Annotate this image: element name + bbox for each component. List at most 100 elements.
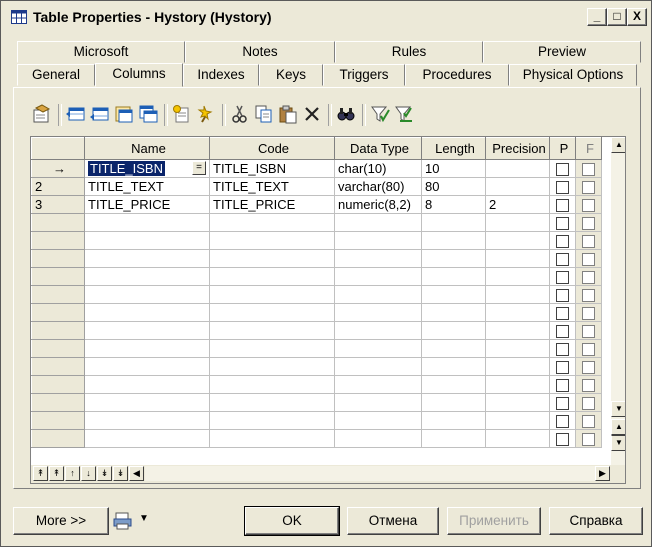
cell-code[interactable]: [209, 411, 335, 430]
cell-primary[interactable]: [549, 249, 576, 268]
cell-name[interactable]: [84, 339, 210, 358]
cell-primary[interactable]: [549, 285, 576, 304]
cell-data-type[interactable]: [334, 411, 422, 430]
table-row[interactable]: 2 TITLE_TEXT TITLE_TEXT varchar(80) 80: [31, 177, 602, 196]
cell-primary[interactable]: [549, 411, 576, 430]
row-header[interactable]: [31, 429, 85, 448]
primary-checkbox[interactable]: [556, 433, 569, 446]
row-header[interactable]: [31, 285, 85, 304]
primary-checkbox[interactable]: [556, 325, 569, 338]
cell-code[interactable]: [209, 339, 335, 358]
table-row[interactable]: [31, 285, 602, 304]
cell-length[interactable]: [421, 249, 486, 268]
primary-checkbox[interactable]: [556, 235, 569, 248]
maximize-button[interactable]: □: [607, 8, 627, 26]
cell-data-type[interactable]: [334, 249, 422, 268]
table-row[interactable]: [31, 267, 602, 286]
cell-name[interactable]: [84, 303, 210, 322]
cell-name[interactable]: [84, 429, 210, 448]
cell-length[interactable]: [421, 393, 486, 412]
cell-length[interactable]: [421, 357, 486, 376]
properties-icon[interactable]: [32, 104, 52, 124]
cell-name[interactable]: [84, 375, 210, 394]
table-row[interactable]: [31, 375, 602, 394]
tab-keys[interactable]: Keys: [259, 64, 323, 86]
tab-indexes[interactable]: Indexes: [183, 64, 259, 86]
move-up-icon[interactable]: ↑: [65, 466, 80, 481]
create-column-icon[interactable]: [196, 104, 216, 124]
add-row-icon[interactable]: [66, 104, 86, 124]
cell-code[interactable]: [209, 375, 335, 394]
cell-precision[interactable]: [485, 375, 550, 394]
cell-code[interactable]: [209, 429, 335, 448]
table-row[interactable]: [31, 411, 602, 430]
cell-code[interactable]: [209, 285, 335, 304]
row-header[interactable]: [31, 339, 85, 358]
cell-precision[interactable]: 2: [485, 195, 550, 214]
copy-icon[interactable]: [254, 104, 274, 124]
cell-name[interactable]: [84, 411, 210, 430]
scroll-up-button[interactable]: ▲: [611, 137, 625, 153]
cell-name[interactable]: [84, 231, 210, 250]
cell-data-type[interactable]: [334, 213, 422, 232]
row-header[interactable]: [31, 321, 85, 340]
header-precision[interactable]: Precision: [485, 137, 550, 160]
tab-procedures[interactable]: Procedures: [405, 64, 509, 86]
table-row[interactable]: [31, 357, 602, 376]
scroll-top-button[interactable]: ▲: [611, 419, 625, 435]
cell-precision[interactable]: [485, 213, 550, 232]
header-code[interactable]: Code: [209, 137, 335, 160]
primary-checkbox[interactable]: [556, 253, 569, 266]
cell-primary[interactable]: [549, 213, 576, 232]
scroll-right-button[interactable]: ▶: [595, 466, 610, 481]
row-header[interactable]: [31, 213, 85, 232]
cell-length[interactable]: [421, 303, 486, 322]
insert-row-icon[interactable]: [90, 104, 110, 124]
cell-primary[interactable]: [549, 159, 576, 178]
cell-data-type[interactable]: [334, 375, 422, 394]
row-header[interactable]: [31, 393, 85, 412]
cell-primary[interactable]: [549, 177, 576, 196]
header-foreign[interactable]: F: [575, 137, 602, 160]
cell-data-type[interactable]: varchar(80): [334, 177, 422, 196]
cell-code[interactable]: [209, 357, 335, 376]
cell-precision[interactable]: [485, 411, 550, 430]
cell-length[interactable]: [421, 375, 486, 394]
primary-checkbox[interactable]: [556, 361, 569, 374]
print-dropdown[interactable]: ▼: [109, 507, 159, 535]
title-bar[interactable]: Table Properties - Hystory (Hystory) _ □…: [3, 3, 649, 31]
move-to-top-icon[interactable]: ↟: [33, 466, 48, 481]
row-header[interactable]: [31, 357, 85, 376]
table-row[interactable]: [31, 429, 602, 448]
primary-checkbox[interactable]: [556, 199, 569, 212]
cell-name[interactable]: [84, 321, 210, 340]
cell-code[interactable]: TITLE_PRICE: [209, 195, 335, 214]
add-columns-icon[interactable]: [114, 104, 134, 124]
primary-checkbox[interactable]: [556, 289, 569, 302]
cell-primary[interactable]: [549, 195, 576, 214]
row-header[interactable]: [31, 267, 85, 286]
vertical-scrollbar[interactable]: ▲ ▼ ▲ ▼: [611, 137, 625, 465]
cell-name[interactable]: [84, 213, 210, 232]
cell-code[interactable]: [209, 303, 335, 322]
move-down-icon[interactable]: ↓: [81, 466, 96, 481]
row-header[interactable]: [31, 303, 85, 322]
scroll-down-button[interactable]: ▼: [611, 401, 625, 417]
table-row[interactable]: [31, 321, 602, 340]
cell-precision[interactable]: [485, 177, 550, 196]
cell-precision[interactable]: [485, 303, 550, 322]
cell-length[interactable]: [421, 267, 486, 286]
table-row[interactable]: [31, 213, 602, 232]
primary-checkbox[interactable]: [556, 217, 569, 230]
apply-button[interactable]: Применить: [447, 507, 541, 535]
primary-checkbox[interactable]: [556, 415, 569, 428]
cell-code[interactable]: [209, 267, 335, 286]
cell-name[interactable]: [84, 285, 210, 304]
cell-precision[interactable]: [485, 429, 550, 448]
cell-code[interactable]: [209, 213, 335, 232]
tab-rules[interactable]: Rules: [335, 41, 483, 63]
cell-length[interactable]: [421, 429, 486, 448]
row-header[interactable]: 2: [31, 177, 85, 196]
primary-checkbox[interactable]: [556, 307, 569, 320]
scroll-bottom-button[interactable]: ▼: [611, 435, 625, 451]
